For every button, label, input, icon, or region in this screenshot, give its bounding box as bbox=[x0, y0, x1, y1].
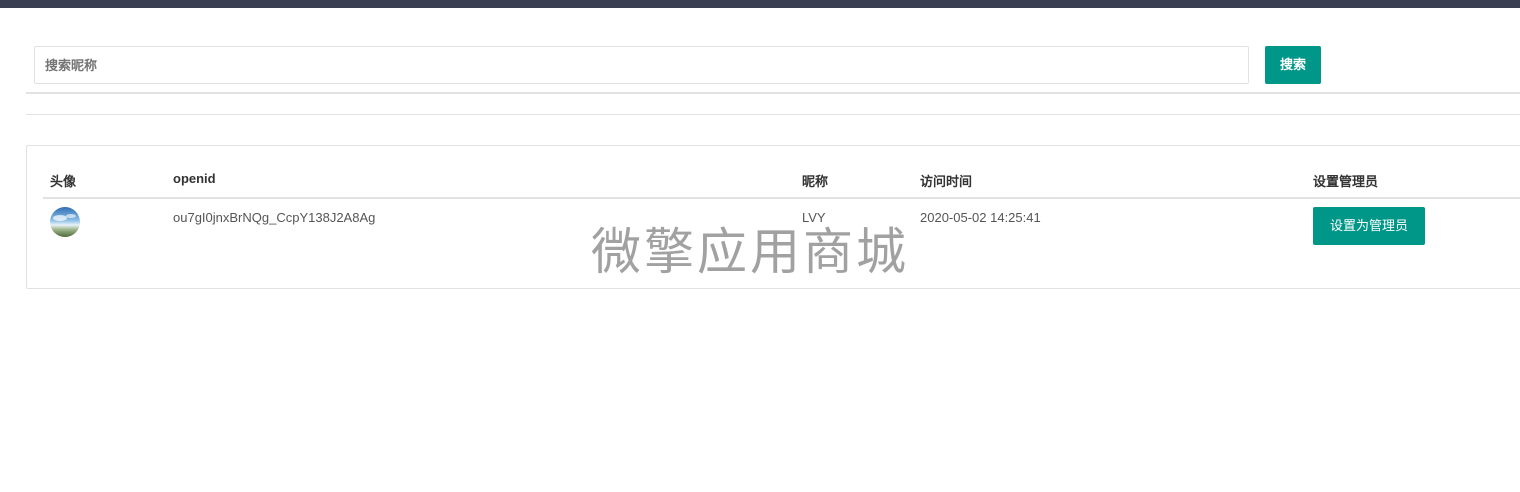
avatar-image-icon bbox=[50, 207, 80, 237]
search-button[interactable]: 搜索 bbox=[1265, 46, 1321, 84]
column-header-openid: openid bbox=[173, 171, 216, 186]
visit-time-cell: 2020-05-02 14:25:41 bbox=[920, 210, 1041, 225]
set-admin-button[interactable]: 设置为管理员 bbox=[1313, 207, 1425, 245]
divider bbox=[26, 92, 1520, 94]
top-bar bbox=[0, 0, 1520, 8]
nickname-cell: LVY bbox=[802, 210, 826, 225]
avatar bbox=[50, 207, 80, 237]
divider bbox=[26, 114, 1520, 115]
header-divider bbox=[43, 197, 1520, 199]
column-header-set-admin: 设置管理员 bbox=[1313, 174, 1379, 189]
user-table: 头像 openid 昵称 访问时间 设置管理员 ou7gI0jnxBrNQg_C… bbox=[26, 145, 1520, 289]
column-header-visit-time: 访问时间 bbox=[920, 174, 973, 189]
column-header-avatar: 头像 bbox=[50, 174, 77, 189]
search-input[interactable] bbox=[34, 46, 1249, 84]
openid-cell: ou7gI0jnxBrNQg_CcpY138J2A8Ag bbox=[173, 210, 376, 225]
column-header-nickname: 昵称 bbox=[802, 174, 829, 189]
